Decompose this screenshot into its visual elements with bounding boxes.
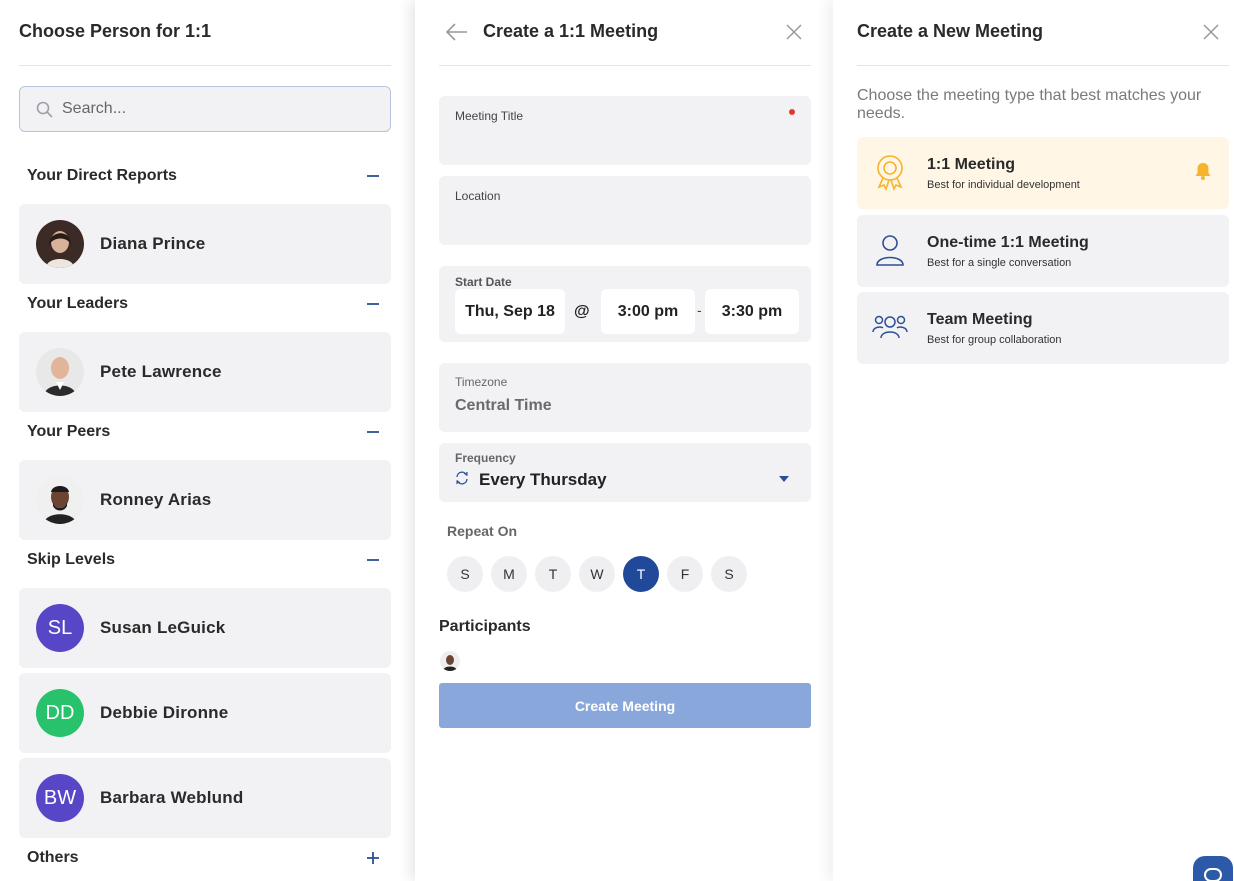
close-icon[interactable]: [1200, 21, 1222, 43]
person-name: Ronney Arias: [100, 490, 212, 509]
start-date-field: Start Date Thu, Sep 18 @ 3:00 pm - 3:30 …: [439, 266, 811, 342]
chat-icon[interactable]: [1193, 856, 1233, 881]
expand-icon[interactable]: [361, 846, 385, 870]
panel-title: Create a 1:1 Meeting: [483, 21, 659, 41]
person-name: Debbie Dironne: [100, 703, 229, 722]
person-card[interactable]: DD Debbie Dironne: [19, 673, 391, 753]
section-label: Others: [27, 849, 79, 866]
person-card[interactable]: Ronney Arias: [19, 460, 391, 540]
person-picker-panel: Choose Person for 1:1 Your Direct Report…: [0, 0, 410, 881]
section-label: Your Direct Reports: [27, 167, 177, 184]
frequency-value: Every Thursday: [479, 470, 607, 489]
meeting-type-panel: Create a New Meeting Choose the meeting …: [833, 0, 1234, 881]
day-toggle-tue[interactable]: T: [535, 556, 571, 592]
meeting-type-team[interactable]: Team Meeting Best for group collaboratio…: [857, 292, 1229, 364]
back-arrow-icon[interactable]: [445, 20, 469, 44]
avatar: SL: [36, 604, 84, 652]
collapse-icon[interactable]: [361, 420, 385, 444]
timezone-field[interactable]: Timezone Central Time: [439, 363, 811, 432]
location-field[interactable]: Location: [439, 176, 811, 245]
collapse-icon[interactable]: [361, 164, 385, 188]
required-indicator: [789, 109, 795, 115]
meeting-type-name: 1:1 Meeting: [927, 156, 1016, 173]
section-label: Skip Levels: [27, 551, 116, 568]
meeting-type-name: One-time 1:1 Meeting: [927, 234, 1089, 251]
divider: [439, 65, 811, 66]
end-time-picker[interactable]: 3:30 pm: [705, 289, 799, 334]
award-ribbon-icon: [871, 153, 909, 192]
create-meeting-button[interactable]: Create Meeting: [439, 683, 811, 728]
at-separator: @: [574, 303, 590, 320]
section-leaders: Your Leaders: [27, 292, 385, 316]
close-icon[interactable]: [783, 21, 805, 43]
meeting-type-desc: Best for individual development: [927, 179, 1080, 191]
section-peers: Your Peers: [27, 420, 385, 444]
create-meeting-panel: Create a 1:1 Meeting Meeting Title Locat…: [415, 0, 833, 881]
meeting-type-desc: Best for group collaboration: [927, 334, 1062, 346]
meeting-type-desc: Best for a single conversation: [927, 257, 1072, 269]
day-toggle-mon[interactable]: M: [491, 556, 527, 592]
panel-title: Choose Person for 1:1: [19, 21, 212, 41]
day-toggle-wed[interactable]: W: [579, 556, 615, 592]
section-label: Your Peers: [27, 423, 111, 440]
search-icon: [36, 101, 53, 123]
person-name: Barbara Weblund: [100, 788, 244, 807]
chevron-down-icon: [779, 476, 789, 482]
date-picker[interactable]: Thu, Sep 18: [455, 289, 565, 334]
search-box[interactable]: [19, 86, 391, 132]
participants-label: Participants: [439, 618, 531, 635]
person-card[interactable]: BW Barbara Weblund: [19, 758, 391, 838]
divider: [857, 65, 1229, 66]
avatar: DD: [36, 689, 84, 737]
meeting-title-field[interactable]: Meeting Title: [439, 96, 811, 165]
participant-avatar: [440, 651, 460, 671]
users-icon: [871, 308, 909, 346]
divider: [19, 65, 391, 66]
bell-icon: [1193, 161, 1213, 186]
avatar: [36, 348, 84, 396]
field-label: Meeting Title: [455, 109, 524, 123]
day-toggle-fri[interactable]: F: [667, 556, 703, 592]
search-input[interactable]: [62, 87, 372, 131]
field-label: Start Date: [455, 275, 512, 289]
avatar: [36, 220, 84, 268]
avatar: [36, 476, 84, 524]
person-name: Diana Prince: [100, 234, 206, 253]
panel-subtitle: Choose the meeting type that best matche…: [857, 87, 1202, 122]
meeting-type-1-1[interactable]: 1:1 Meeting Best for individual developm…: [857, 137, 1229, 209]
field-label: Location: [455, 189, 501, 203]
start-time-picker[interactable]: 3:00 pm: [601, 289, 695, 334]
collapse-icon[interactable]: [361, 292, 385, 316]
frequency-dropdown[interactable]: Frequency Every Thursday: [439, 443, 811, 502]
day-toggle-sat[interactable]: S: [711, 556, 747, 592]
day-toggle-thu[interactable]: T: [623, 556, 659, 592]
section-direct-reports: Your Direct Reports: [27, 164, 385, 188]
person-card[interactable]: SL Susan LeGuick: [19, 588, 391, 668]
section-label: Your Leaders: [27, 295, 129, 312]
person-name: Pete Lawrence: [100, 362, 222, 381]
person-card[interactable]: Pete Lawrence: [19, 332, 391, 412]
day-toggle-sun[interactable]: S: [447, 556, 483, 592]
panel-title: Create a New Meeting: [857, 21, 1044, 41]
section-skip-levels: Skip Levels: [27, 548, 385, 572]
timezone-value: Central Time: [455, 397, 552, 414]
time-separator: -: [697, 302, 702, 318]
meeting-type-name: Team Meeting: [927, 311, 1033, 328]
user-icon: [871, 231, 909, 269]
collapse-icon[interactable]: [361, 548, 385, 572]
person-card[interactable]: Diana Prince: [19, 204, 391, 284]
person-name: Susan LeGuick: [100, 618, 226, 637]
field-label: Frequency: [455, 451, 516, 465]
avatar: BW: [36, 774, 84, 822]
field-label: Timezone: [455, 375, 508, 389]
section-others: Others: [27, 846, 385, 870]
repeat-on-label: Repeat On: [447, 523, 518, 539]
repeat-icon: [455, 471, 469, 490]
meeting-type-one-time[interactable]: One-time 1:1 Meeting Best for a single c…: [857, 215, 1229, 287]
